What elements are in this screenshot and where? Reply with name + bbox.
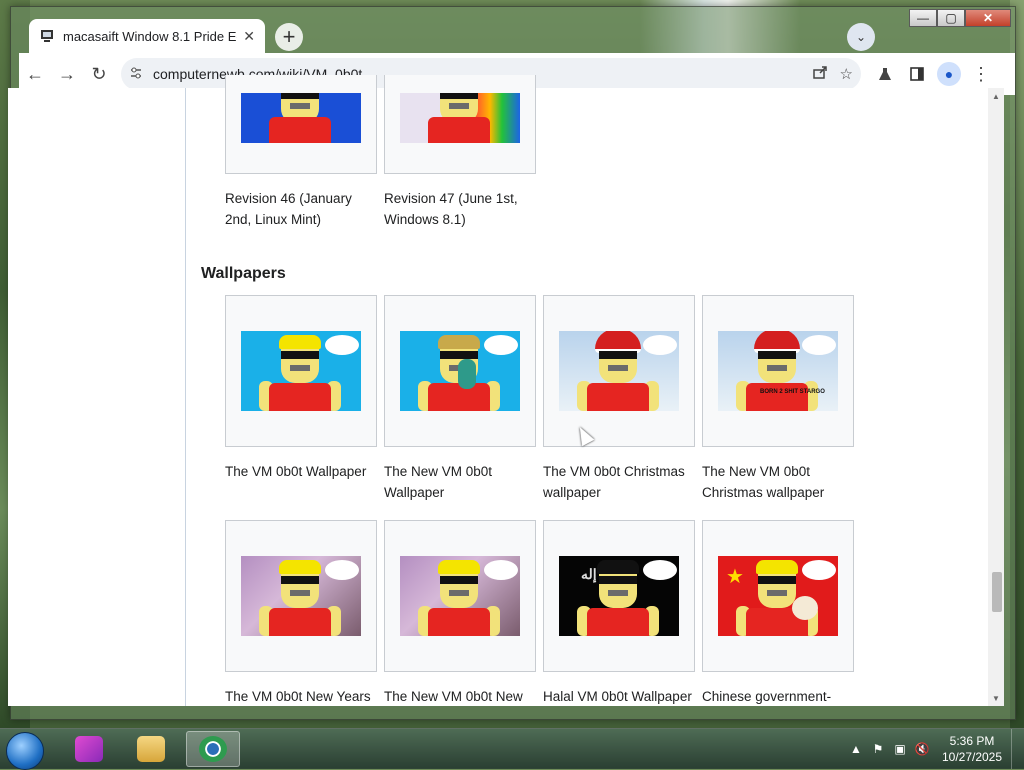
start-button[interactable] bbox=[6, 732, 44, 770]
gallery-caption: Halal VM 0b0t Wallpaper bbox=[543, 689, 692, 704]
scroll-down-icon[interactable]: ▼ bbox=[988, 690, 1004, 706]
active-tab[interactable]: macasaift Window 8.1 Pride Edit ✕ bbox=[29, 19, 265, 53]
gallery-thumbnail-frame: BORN 2 SHIT STARGO bbox=[702, 295, 854, 447]
wallpaper-image[interactable] bbox=[559, 331, 679, 411]
computer-favicon-icon bbox=[39, 28, 55, 44]
menu-icon[interactable]: ⋮ bbox=[965, 58, 997, 90]
new-tab-button[interactable]: + bbox=[275, 23, 303, 51]
wallpaper-item[interactable]: ★ Chinese government- bbox=[702, 520, 854, 707]
wallpaper-image[interactable] bbox=[241, 556, 361, 636]
gallery-caption: The New VM 0b0t Wallpaper bbox=[384, 464, 493, 500]
wallpaper-image[interactable]: ★ bbox=[718, 556, 838, 636]
folder-icon bbox=[137, 736, 165, 762]
wallpaper-item[interactable]: The VM 0b0t Christmas wallpaper bbox=[543, 295, 695, 503]
clock-date: 10/27/2025 bbox=[941, 750, 1003, 764]
maximize-button[interactable]: ▢ bbox=[937, 9, 965, 27]
share-icon[interactable] bbox=[812, 64, 828, 84]
wallpaper-image[interactable]: BORN 2 SHIT STARGO bbox=[718, 331, 838, 411]
page-scrollbar[interactable]: ▲ ▼ bbox=[988, 88, 1004, 706]
window-caption-buttons: — ▢ ✕ bbox=[909, 9, 1011, 27]
gallery-caption: The VM 0b0t Wallpaper bbox=[225, 464, 367, 479]
section-heading-wallpapers: Wallpapers bbox=[201, 265, 286, 282]
site-info-icon[interactable] bbox=[129, 66, 143, 83]
wallpaper-item[interactable]: The VM 0b0t Wallpaper bbox=[225, 295, 377, 482]
clock-time: 5:36 PM bbox=[949, 734, 995, 748]
gallery-thumbnail-frame bbox=[384, 295, 536, 447]
labs-flask-icon[interactable] bbox=[869, 58, 901, 90]
show-desktop-button[interactable] bbox=[1011, 729, 1024, 769]
wallpaper-item[interactable]: BORN 2 SHIT STARGO The New VM 0b0t Chris… bbox=[702, 295, 854, 503]
gallery-caption: Chinese government- bbox=[702, 689, 832, 704]
paint-app-icon bbox=[75, 736, 103, 762]
wallpaper-image[interactable] bbox=[400, 556, 520, 636]
gallery-thumbnail-frame bbox=[225, 295, 377, 447]
gallery-caption: The VM 0b0t New Years bbox=[225, 689, 371, 704]
gallery-thumbnail-frame bbox=[225, 520, 377, 672]
wallpaper-item[interactable]: ﻻ ﺇﻟﻪ Halal VM 0b0t Wallpaper bbox=[543, 520, 695, 707]
bookmark-star-icon[interactable]: ☆ bbox=[840, 65, 853, 83]
forward-icon[interactable]: → bbox=[51, 58, 83, 90]
wallpaper-item[interactable]: The New VM 0b0t Wallpaper bbox=[384, 295, 536, 503]
gallery-thumbnail-frame bbox=[384, 75, 536, 174]
gallery-thumbnail-frame bbox=[543, 295, 695, 447]
gallery-thumbnail-frame bbox=[384, 520, 536, 672]
network-icon[interactable]: ▣ bbox=[889, 738, 911, 760]
wallpaper-image[interactable]: ﻻ ﺇﻟﻪ bbox=[559, 556, 679, 636]
gallery-caption: The VM 0b0t Christmas wallpaper bbox=[543, 464, 685, 500]
tab-title: macasaift Window 8.1 Pride Edit bbox=[63, 28, 238, 44]
revision-46-image[interactable] bbox=[241, 93, 361, 143]
chrome-taskbar-button[interactable] bbox=[186, 731, 240, 767]
side-panel-icon[interactable] bbox=[901, 58, 933, 90]
clock[interactable]: 5:36 PM 10/27/2025 bbox=[933, 733, 1011, 765]
show-hidden-icons-icon[interactable]: ▲ bbox=[845, 738, 867, 760]
revision-47-image[interactable] bbox=[400, 93, 520, 143]
profile-icon[interactable]: ● bbox=[933, 58, 965, 90]
close-tab-icon[interactable]: ✕ bbox=[243, 28, 255, 45]
scrollbar-thumb[interactable] bbox=[992, 572, 1002, 612]
wallpaper-image[interactable] bbox=[400, 331, 520, 411]
gallery-caption: Revision 46 (January 2nd, Linux Mint) bbox=[225, 191, 352, 227]
flag-star-icon: ★ bbox=[726, 566, 744, 588]
wallpaper-image[interactable] bbox=[241, 331, 361, 411]
volume-muted-icon[interactable]: 🔇 bbox=[911, 738, 933, 760]
gallery-caption: The New VM 0b0t Christmas wallpaper bbox=[702, 464, 825, 500]
tab-search-button[interactable]: ⌄ bbox=[847, 23, 875, 51]
close-window-button[interactable]: ✕ bbox=[965, 9, 1011, 27]
gallery-thumbnail-frame: ﻻ ﺇﻟﻪ bbox=[543, 520, 695, 672]
wallpaper-item[interactable]: The VM 0b0t New Years bbox=[225, 520, 377, 707]
back-icon[interactable]: ← bbox=[19, 58, 51, 90]
gallery-item-revision-46[interactable]: Revision 46 (January 2nd, Linux Mint) bbox=[225, 75, 377, 230]
taskbar: ▲ ⚑ ▣ 🔇 5:36 PM 10/27/2025 bbox=[0, 728, 1024, 770]
browser-icon bbox=[199, 736, 227, 762]
shirt-slogan: BORN 2 SHIT STARGO bbox=[760, 389, 825, 395]
gallery-item-revision-47[interactable]: Revision 47 (June 1st, Windows 8.1) bbox=[384, 75, 536, 230]
minimize-button[interactable]: — bbox=[909, 9, 937, 27]
action-center-icon[interactable]: ⚑ bbox=[867, 738, 889, 760]
gallery-caption: The New VM 0b0t New bbox=[384, 689, 523, 704]
gallery-caption: Revision 47 (June 1st, Windows 8.1) bbox=[384, 191, 518, 227]
scroll-up-icon[interactable]: ▲ bbox=[988, 88, 1004, 104]
system-tray: ▲ ⚑ ▣ 🔇 5:36 PM 10/27/2025 bbox=[845, 729, 1024, 769]
gallery-thumbnail-frame: ★ bbox=[702, 520, 854, 672]
paint-app-button[interactable] bbox=[62, 731, 116, 767]
wallpaper-item[interactable]: The New VM 0b0t New bbox=[384, 520, 536, 707]
file-explorer-button[interactable] bbox=[124, 731, 178, 767]
reload-icon[interactable]: ↻ bbox=[83, 58, 115, 90]
ice-cream-icon bbox=[792, 596, 818, 620]
gallery-thumbnail-frame bbox=[225, 75, 377, 174]
